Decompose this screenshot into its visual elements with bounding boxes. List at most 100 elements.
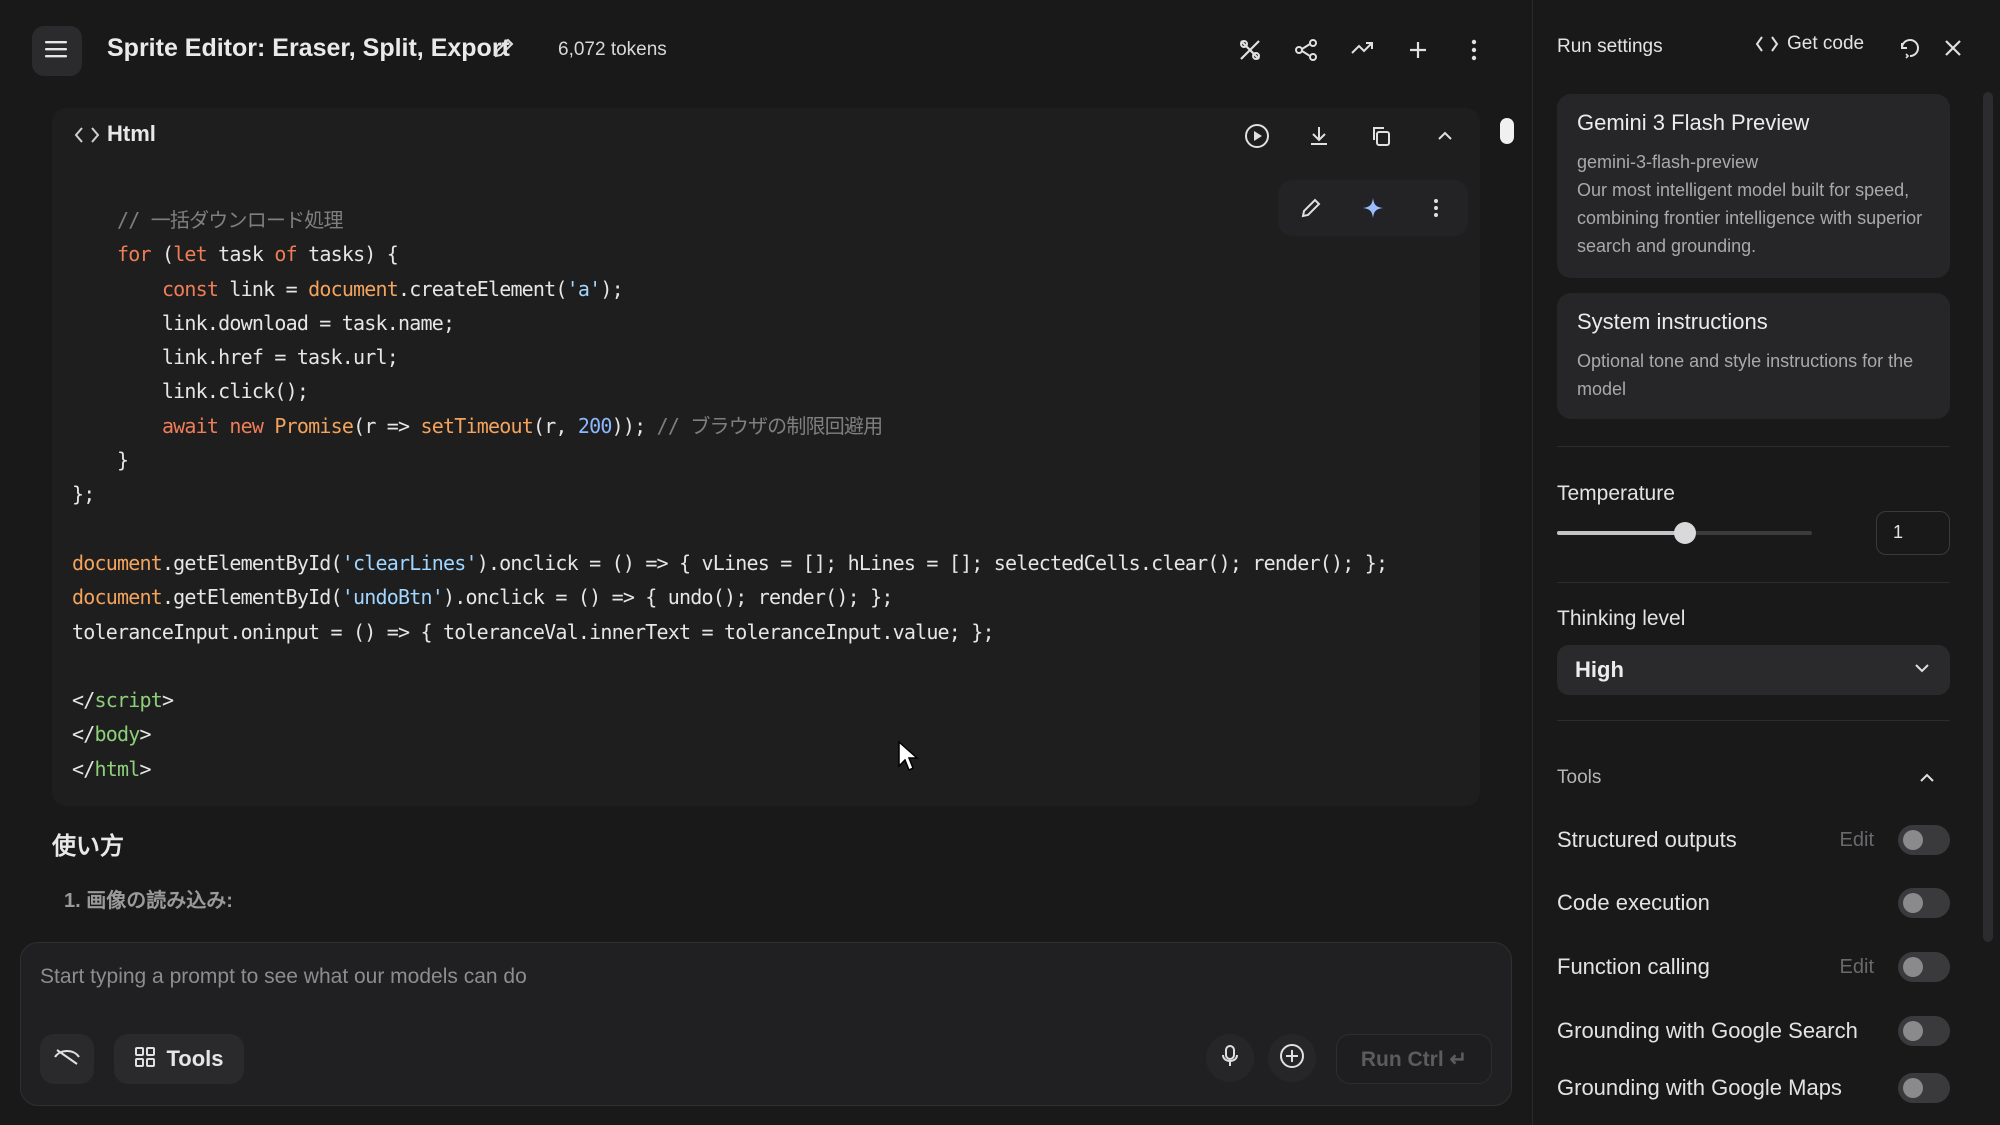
branch-icon[interactable] bbox=[1346, 36, 1378, 64]
model-id: gemini-3-flash-preview bbox=[1577, 152, 1759, 172]
toggle-switch[interactable] bbox=[1898, 1073, 1950, 1103]
tool-label: Code execution bbox=[1557, 890, 1710, 915]
code-token: </ bbox=[72, 722, 95, 747]
chevron-up-icon bbox=[1918, 769, 1936, 787]
mic-icon bbox=[1220, 1044, 1240, 1073]
code-token: ).onclick = () => { vLines = []; hLines … bbox=[476, 550, 1388, 575]
tool-row-function-calling: Function calling Edit bbox=[1557, 947, 1950, 987]
page-title: Sprite Editor: Eraser, Split, Export bbox=[107, 34, 510, 62]
code-token: 'a' bbox=[566, 276, 602, 301]
chevron-up-icon[interactable] bbox=[1430, 122, 1460, 150]
divider bbox=[1557, 582, 1950, 583]
thinking-level-select[interactable]: High bbox=[1557, 645, 1950, 695]
code-token: link.href = task.url; bbox=[72, 345, 399, 370]
prompt-input[interactable]: Start typing a prompt to see what our mo… bbox=[40, 965, 527, 989]
chevron-down-icon bbox=[1912, 658, 1932, 683]
code-scrollbar[interactable] bbox=[1500, 118, 1514, 144]
download-icon[interactable] bbox=[1304, 122, 1334, 150]
toggle-switch[interactable] bbox=[1898, 1016, 1950, 1046]
compare-icon[interactable] bbox=[1234, 36, 1266, 64]
system-instructions-card[interactable]: System instructions Optional tone and st… bbox=[1557, 293, 1950, 419]
code-token: > bbox=[161, 688, 174, 713]
tool-label: Structured outputs bbox=[1557, 827, 1737, 852]
share-icon[interactable] bbox=[1290, 36, 1322, 64]
reset-icon[interactable] bbox=[1896, 34, 1924, 62]
run-button[interactable]: Run Ctrl ↵ bbox=[1336, 1034, 1492, 1084]
code-token: > bbox=[139, 756, 151, 781]
grid-icon bbox=[134, 1046, 156, 1073]
toggle-switch[interactable] bbox=[1898, 825, 1950, 855]
eye-off-icon bbox=[53, 1046, 81, 1073]
tool-row-structured-outputs: Structured outputs Edit bbox=[1557, 820, 1950, 860]
code-token: tasks) { bbox=[296, 242, 399, 267]
code-line: // 一括ダウンロード処理 bbox=[72, 203, 1387, 237]
code-token: (r => bbox=[353, 413, 421, 438]
app-window: Sprite Editor: Eraser, Split, Export 6,0… bbox=[0, 0, 2000, 1125]
edit-link[interactable]: Edit bbox=[1840, 829, 1874, 852]
code-token: link = bbox=[218, 276, 309, 301]
code-token: for bbox=[116, 242, 152, 267]
divider bbox=[1557, 720, 1950, 721]
copy-icon[interactable] bbox=[1366, 122, 1396, 150]
edit-link[interactable]: Edit bbox=[1840, 956, 1874, 979]
tools-button-label: Tools bbox=[166, 1046, 224, 1071]
temperature-slider-fill bbox=[1557, 531, 1685, 535]
hide-preview-button[interactable] bbox=[40, 1034, 94, 1084]
pencil-icon[interactable] bbox=[492, 36, 516, 65]
play-icon[interactable] bbox=[1242, 122, 1272, 150]
toggle-switch[interactable] bbox=[1898, 952, 1950, 982]
code-line: link.download = task.name; bbox=[72, 306, 1387, 340]
code-language-label: Html bbox=[107, 121, 156, 146]
code-line: await new Promise(r => setTimeout(r, 200… bbox=[72, 409, 1387, 443]
code-token: task bbox=[206, 242, 275, 267]
more-vert-icon[interactable] bbox=[1458, 36, 1490, 64]
code-token: body bbox=[94, 722, 140, 747]
code-token: (r, bbox=[532, 413, 578, 438]
code-content: // 一括ダウンロード処理 for (let task of tasks) { … bbox=[72, 203, 1388, 786]
temperature-slider-handle[interactable] bbox=[1673, 522, 1696, 544]
code-token: new bbox=[229, 413, 264, 438]
code-line: for (let task of tasks) { bbox=[72, 237, 1387, 271]
close-icon[interactable] bbox=[1939, 34, 1967, 62]
more-vert-icon[interactable] bbox=[1422, 194, 1450, 222]
tool-label: Function calling bbox=[1557, 954, 1710, 979]
thinking-level-value: High bbox=[1575, 657, 1624, 682]
model-description: Our most intelligent model built for spe… bbox=[1577, 180, 1923, 256]
get-code-button[interactable]: Get code bbox=[1755, 33, 1864, 55]
add-media-button[interactable] bbox=[1268, 1034, 1316, 1082]
code-token: html bbox=[94, 756, 140, 781]
code-line: const link = document.createElement('a')… bbox=[72, 272, 1387, 306]
toggle-switch[interactable] bbox=[1898, 888, 1950, 918]
tools-button[interactable]: Tools bbox=[114, 1034, 244, 1084]
code-line: document.getElementById('undoBtn').oncli… bbox=[72, 580, 1387, 614]
menu-button[interactable] bbox=[32, 26, 82, 76]
code-token: .getElementById( bbox=[161, 550, 343, 575]
tools-section-header[interactable]: Tools bbox=[1557, 767, 1950, 789]
temperature-label: Temperature bbox=[1557, 482, 1675, 505]
code-token: link.download = task.name; bbox=[72, 310, 455, 335]
code-line: </body> bbox=[72, 717, 1387, 751]
temperature-input[interactable]: 1 bbox=[1876, 511, 1950, 555]
model-name: Gemini 3 Flash Preview bbox=[1577, 110, 1810, 135]
mic-button[interactable] bbox=[1206, 1034, 1254, 1082]
thinking-level-label: Thinking level bbox=[1557, 607, 1686, 630]
code-token: </ bbox=[72, 756, 95, 781]
tool-label: Grounding with Google Maps bbox=[1557, 1075, 1842, 1100]
panel-scrollbar[interactable] bbox=[1983, 92, 1993, 942]
tool-label: Grounding with Google Search bbox=[1557, 1018, 1858, 1043]
plus-icon[interactable] bbox=[1402, 36, 1434, 64]
code-token: .getElementById( bbox=[161, 585, 343, 610]
code-token: // ブラウザの制限回避用 bbox=[656, 413, 884, 438]
panel-title: Run settings bbox=[1557, 36, 1663, 57]
get-code-label: Get code bbox=[1787, 33, 1865, 54]
code-icon bbox=[1755, 34, 1779, 54]
code-token: document bbox=[72, 585, 163, 610]
system-instructions-title: System instructions bbox=[1577, 309, 1768, 334]
model-selector-card[interactable]: Gemini 3 Flash Preview gemini-3-flash-pr… bbox=[1557, 94, 1950, 278]
code-token: toleranceInput.oninput = () => { toleran… bbox=[72, 619, 995, 644]
tool-row-google-maps: Grounding with Google Maps bbox=[1557, 1068, 1950, 1108]
